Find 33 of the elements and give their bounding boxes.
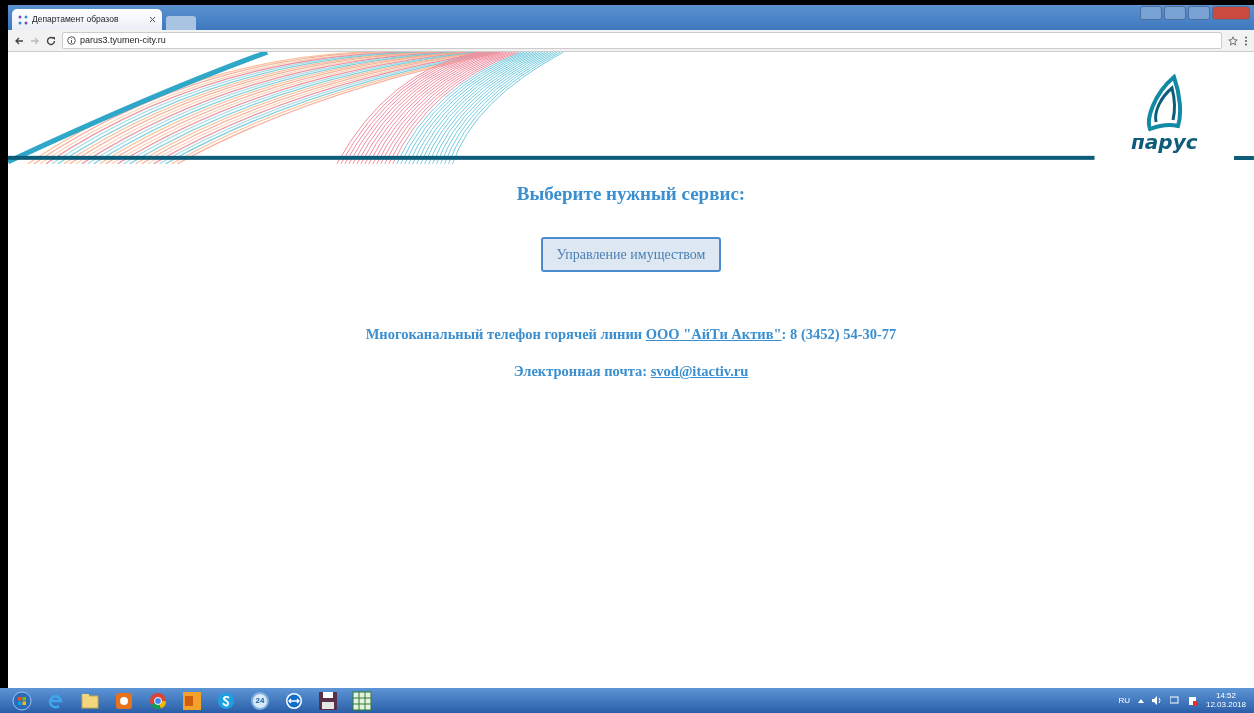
language-indicator[interactable]: RU xyxy=(1118,694,1130,707)
speaker-icon[interactable] xyxy=(1151,696,1162,705)
menu-icon[interactable] xyxy=(1244,35,1248,46)
address-field[interactable]: parus3.tyumen-city.ru xyxy=(62,32,1222,49)
start-orb-icon[interactable] xyxy=(12,690,32,711)
logo-text: парус xyxy=(1131,132,1198,152)
contact-link[interactable]: ООО "АйТи Актив" xyxy=(645,325,782,342)
reload-icon[interactable] xyxy=(46,35,56,46)
skype-icon[interactable] xyxy=(216,690,236,711)
banner-rule-drawing xyxy=(1234,156,1254,160)
contact-text: Электронная почта: svod@itactiv.ru xyxy=(513,362,749,382)
caret-icon[interactable] xyxy=(1137,698,1144,703)
back-icon[interactable] xyxy=(14,35,24,46)
contact-text: Многоканальный телефон горячей линии ООО "АйТи Актив": 8 (3452) 54-30-77 xyxy=(365,324,897,344)
flag-icon[interactable] xyxy=(1187,695,1198,706)
page-heading: Выберите нужный сервис: xyxy=(516,182,746,206)
star-icon[interactable] xyxy=(1228,35,1238,46)
contact-link[interactable]: svod@itactiv.ru xyxy=(650,363,749,380)
clock[interactable]: 14:52 12.03.2018 xyxy=(1205,691,1246,710)
browser-tab[interactable]: Департамент образов xyxy=(12,9,162,30)
close-icon[interactable] xyxy=(149,16,156,23)
messenger-taskbar-button[interactable]: 24 xyxy=(251,691,269,710)
info-icon xyxy=(67,36,76,45)
service-button[interactable]: Управление имуществом xyxy=(540,236,722,272)
spreadsheet-icon[interactable] xyxy=(352,690,372,711)
remote-app-icon[interactable] xyxy=(284,690,304,711)
site-icon xyxy=(18,14,28,25)
media-player-icon[interactable] xyxy=(114,690,134,711)
sail-icon xyxy=(1144,74,1185,132)
network-icon[interactable] xyxy=(1169,696,1180,705)
mail-app-icon[interactable] xyxy=(182,690,202,711)
tab-title: Департамент образов xyxy=(32,13,119,26)
chrome-icon[interactable] xyxy=(148,690,168,711)
